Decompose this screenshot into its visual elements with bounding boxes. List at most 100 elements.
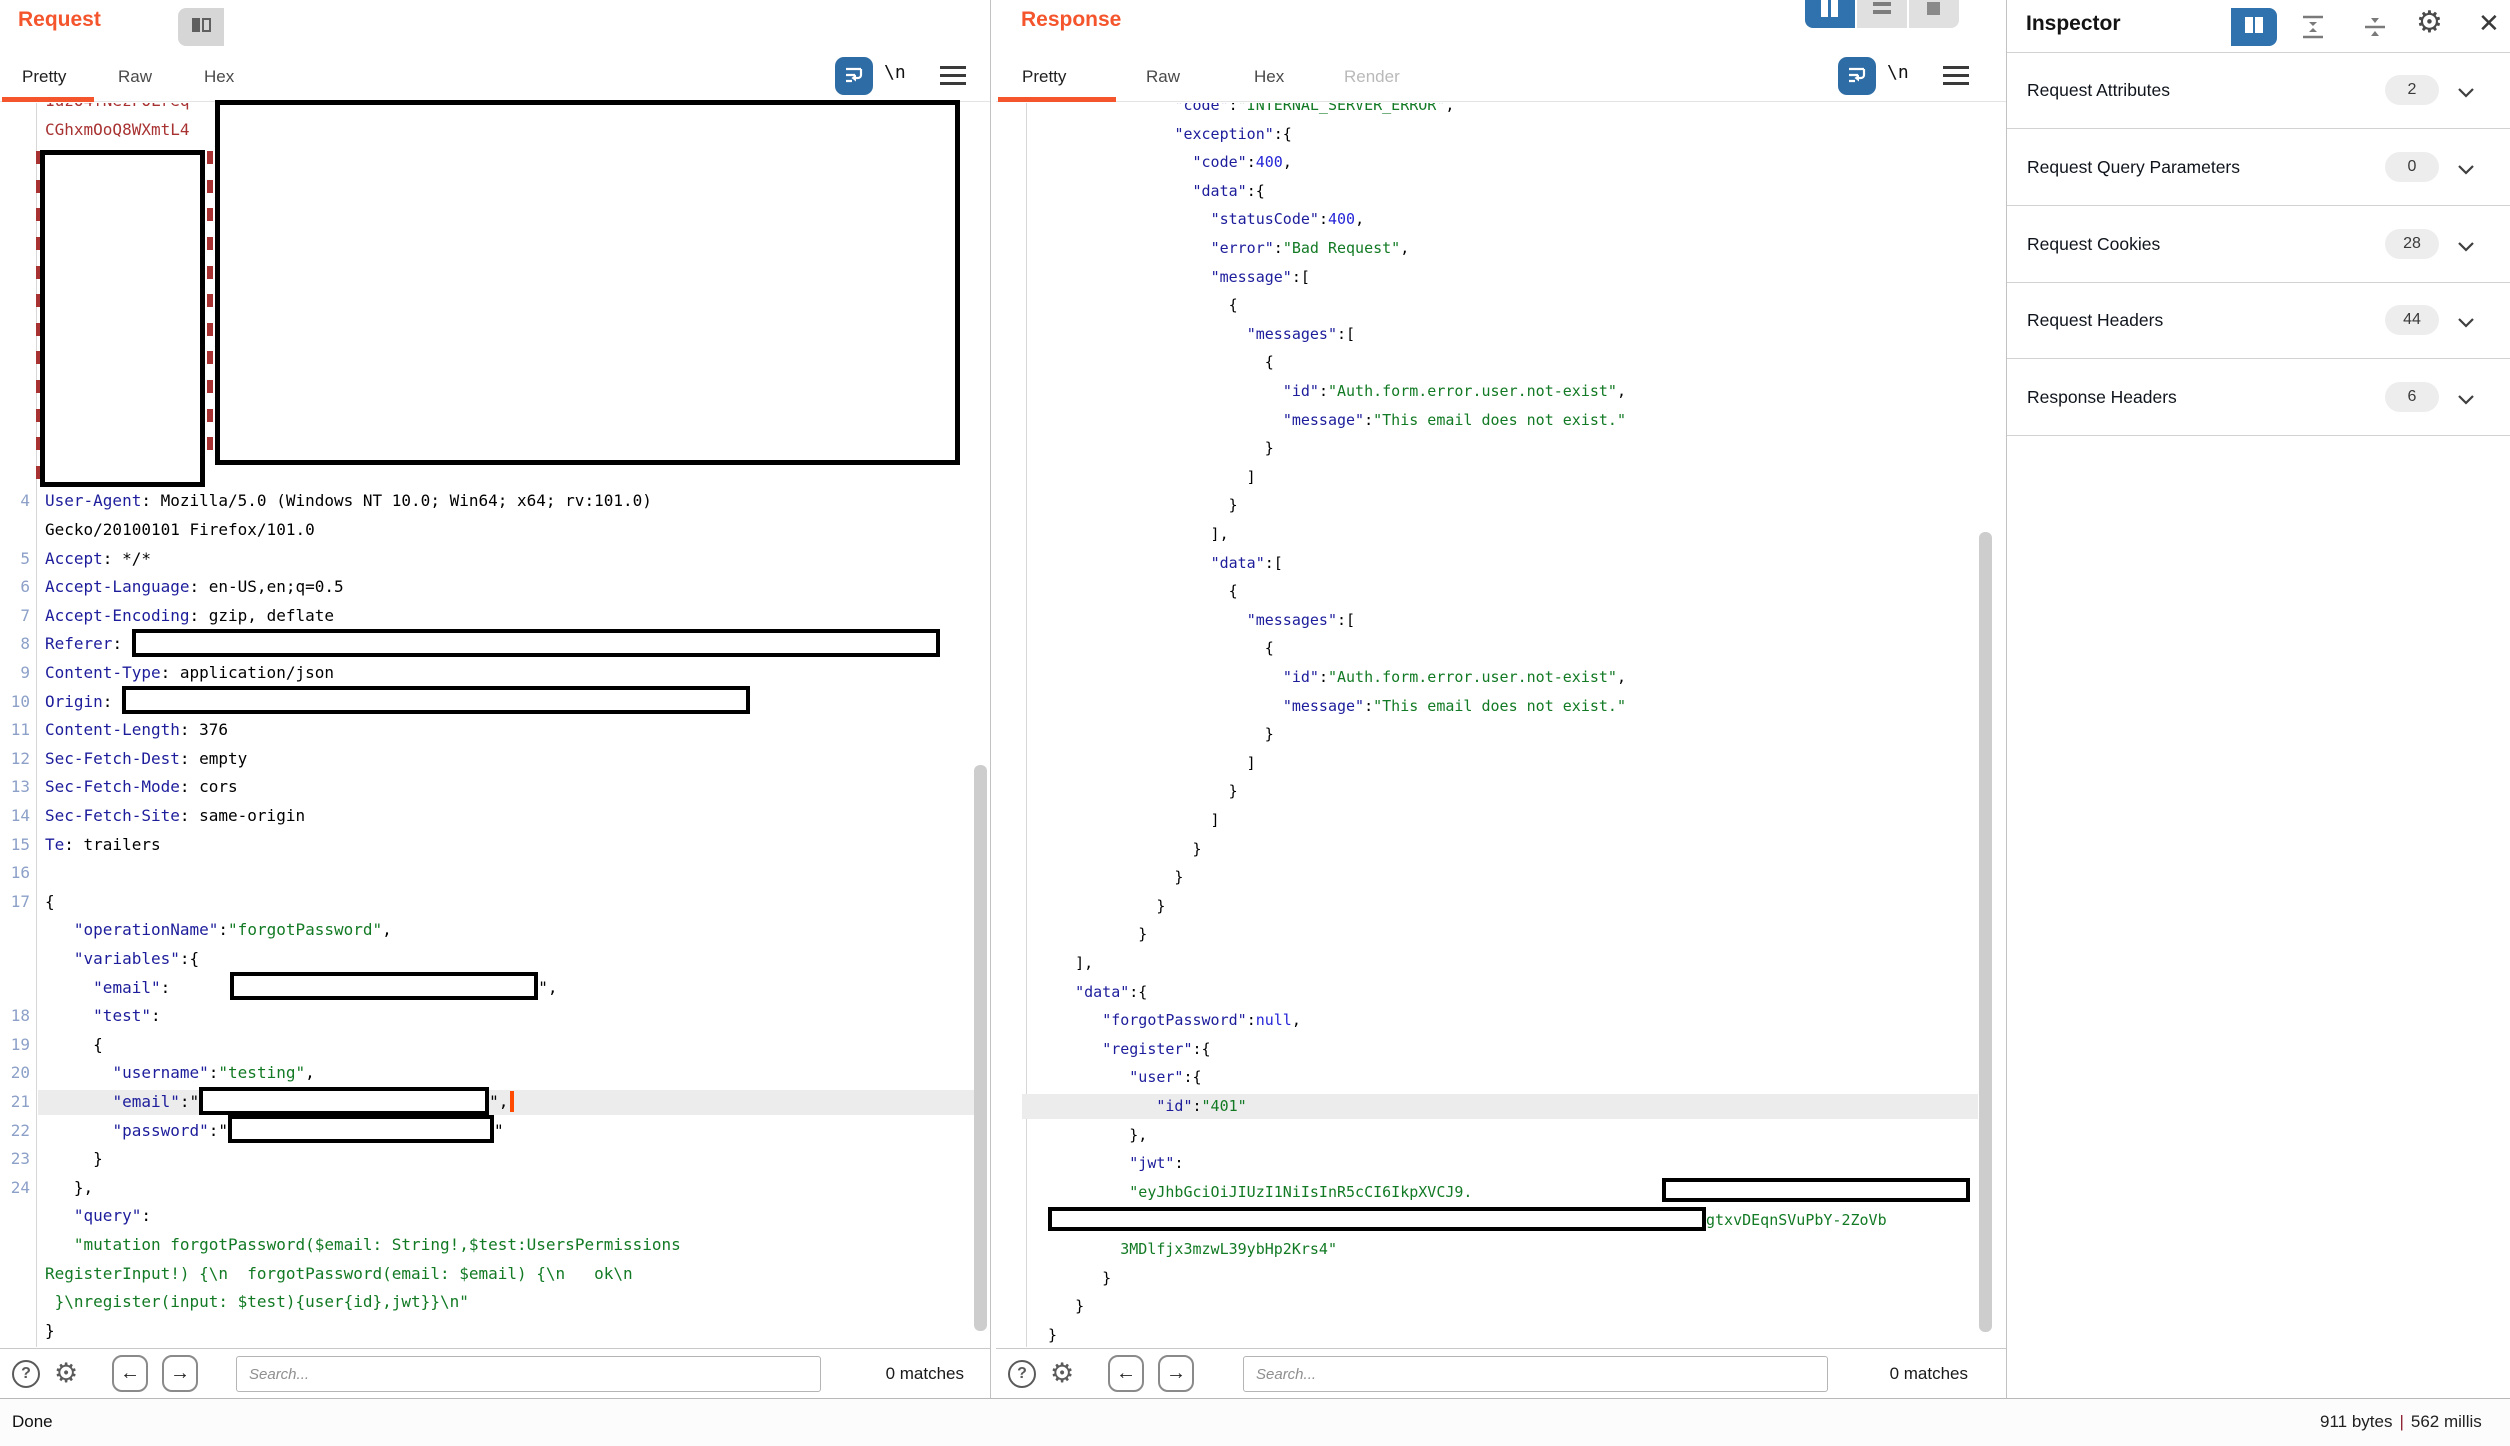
tab-request-raw[interactable]: Raw	[118, 57, 152, 97]
inspector-close-icon[interactable]: ✕	[2478, 10, 2500, 36]
status-bar: Done 911 bytes|562 millis	[0, 1398, 2510, 1446]
syntax-segment: }	[1048, 439, 1274, 457]
syntax-segment: ,	[1400, 239, 1409, 257]
expand-all-icon[interactable]	[2300, 14, 2326, 44]
redacted-text-fragment	[207, 323, 213, 336]
request-editor-line: 5Accept: */*	[0, 545, 990, 574]
layout-columns-button[interactable]	[1805, 0, 1855, 28]
inspector-section-request-attributes[interactable]: Request Attributes2	[2007, 52, 2510, 129]
previous-match-button[interactable]: ←	[1108, 1355, 1144, 1392]
syntax-segment: :[	[1292, 268, 1310, 286]
tab-response-pretty[interactable]: Pretty	[1022, 57, 1066, 97]
syntax-segment: :	[1319, 210, 1328, 228]
response-editor-line: ]	[996, 463, 2008, 492]
syntax-segment: ]	[1048, 468, 1256, 486]
chevron-down-icon[interactable]	[2457, 315, 2475, 333]
response-editor-line: {	[996, 291, 2008, 320]
request-editor-line: 23 }	[0, 1145, 990, 1174]
help-icon[interactable]: ?	[1008, 1360, 1036, 1388]
word-wrap-icon	[842, 62, 866, 91]
syntax-segment: ,	[1617, 668, 1626, 686]
syntax-segment	[1048, 210, 1211, 228]
tab-response-raw[interactable]: Raw	[1146, 57, 1180, 97]
request-word-wrap-button[interactable]	[835, 57, 873, 95]
response-editor[interactable]: "code":"INTERNAL_SERVER_ERROR", "excepti…	[996, 103, 2008, 1347]
inspector-section-request-query-parameters[interactable]: Request Query Parameters0	[2007, 129, 2510, 206]
inspector-settings-gear-icon[interactable]: ⚙	[2416, 8, 2443, 38]
panel-divider[interactable]	[990, 0, 991, 1398]
split-layout-icon	[2243, 15, 2265, 40]
syntax-segment	[45, 1235, 74, 1254]
response-menu-icon[interactable]	[1943, 66, 1969, 85]
previous-match-button[interactable]: ←	[112, 1355, 148, 1392]
syntax-segment	[1048, 153, 1193, 171]
syntax-segment: {	[45, 892, 55, 911]
response-editor-line: }	[996, 1321, 2008, 1347]
count-badge: 0	[2385, 152, 2439, 182]
syntax-segment: :	[1364, 411, 1373, 429]
syntax-segment: }	[1048, 1269, 1111, 1287]
layout-single-button[interactable]	[1909, 0, 1959, 28]
line-number: 11	[0, 716, 30, 745]
redacted-text-fragment	[207, 237, 213, 250]
syntax-segment: "register"	[1102, 1040, 1192, 1058]
syntax-segment	[1048, 668, 1283, 686]
tab-response-render[interactable]: Render	[1344, 57, 1400, 97]
syntax-segment: }	[1048, 782, 1238, 800]
search-settings-gear-icon[interactable]: ⚙	[54, 1360, 78, 1387]
response-editor-line: "message":[	[996, 263, 2008, 292]
chevron-down-icon[interactable]	[2457, 85, 2475, 103]
syntax-segment: :{	[1183, 1068, 1201, 1086]
line-number: 13	[0, 773, 30, 802]
inspector-section-request-cookies[interactable]: Request Cookies28	[2007, 206, 2510, 283]
syntax-segment: }	[45, 1149, 103, 1168]
request-editor-line: 16	[0, 859, 990, 888]
response-search-input[interactable]	[1243, 1356, 1828, 1392]
line-number: 17	[0, 888, 30, 917]
line-number: 21	[0, 1088, 30, 1117]
syntax-segment: 400	[1256, 153, 1283, 171]
request-scrollbar[interactable]	[974, 765, 987, 1331]
syntax-segment: "data"	[1075, 983, 1129, 1001]
syntax-segment: "code"	[1193, 153, 1247, 171]
response-panel-title: Response	[1021, 8, 1121, 32]
inspector-view-left-button[interactable]	[178, 8, 224, 46]
rows-layout-icon	[1873, 1, 1891, 22]
tab-response-hex[interactable]: Hex	[1254, 57, 1284, 97]
request-newline-toggle[interactable]: \n	[884, 62, 906, 83]
search-settings-gear-icon[interactable]: ⚙	[1050, 1360, 1074, 1387]
request-menu-icon[interactable]	[940, 66, 966, 85]
line-number: 16	[0, 859, 30, 888]
syntax-segment: :	[151, 1006, 161, 1025]
syntax-segment: "message"	[1283, 697, 1364, 715]
chevron-down-icon[interactable]	[2457, 162, 2475, 180]
response-scrollbar[interactable]	[1979, 532, 1992, 1332]
request-search-input[interactable]	[236, 1356, 821, 1392]
syntax-segment: :	[1364, 697, 1373, 715]
collapse-all-icon[interactable]	[2362, 14, 2388, 44]
next-match-button[interactable]: →	[162, 1355, 198, 1392]
tab-request-hex[interactable]: Hex	[204, 57, 234, 97]
inspector-section-response-headers[interactable]: Response Headers6	[2007, 359, 2510, 436]
chevron-down-icon[interactable]	[2457, 239, 2475, 257]
layout-rows-button[interactable]	[1857, 0, 1907, 28]
response-word-wrap-button[interactable]	[1838, 57, 1876, 95]
syntax-segment: "username"	[112, 1063, 208, 1082]
response-editor-line: "register":{	[996, 1035, 2008, 1064]
syntax-segment: :	[218, 920, 228, 939]
chevron-down-icon[interactable]	[2457, 392, 2475, 410]
response-editor-line: "code":400,	[996, 148, 2008, 177]
syntax-segment: "401"	[1202, 1097, 1247, 1115]
line-number: 14	[0, 802, 30, 831]
inspector-section-request-headers[interactable]: Request Headers44	[2007, 282, 2510, 359]
request-editor-line: 6Accept-Language: en-US,en;q=0.5	[0, 573, 990, 602]
redaction-box-inline	[228, 1115, 494, 1143]
tab-request-pretty[interactable]: Pretty	[22, 57, 66, 97]
help-icon[interactable]: ?	[12, 1360, 40, 1388]
next-match-button[interactable]: →	[1158, 1355, 1194, 1392]
syntax-segment	[45, 920, 74, 939]
inspector-view-split-button[interactable]	[2231, 8, 2277, 46]
syntax-segment: "jwt"	[1129, 1154, 1174, 1172]
syntax-segment	[1048, 697, 1283, 715]
response-newline-toggle[interactable]: \n	[1887, 62, 1909, 83]
